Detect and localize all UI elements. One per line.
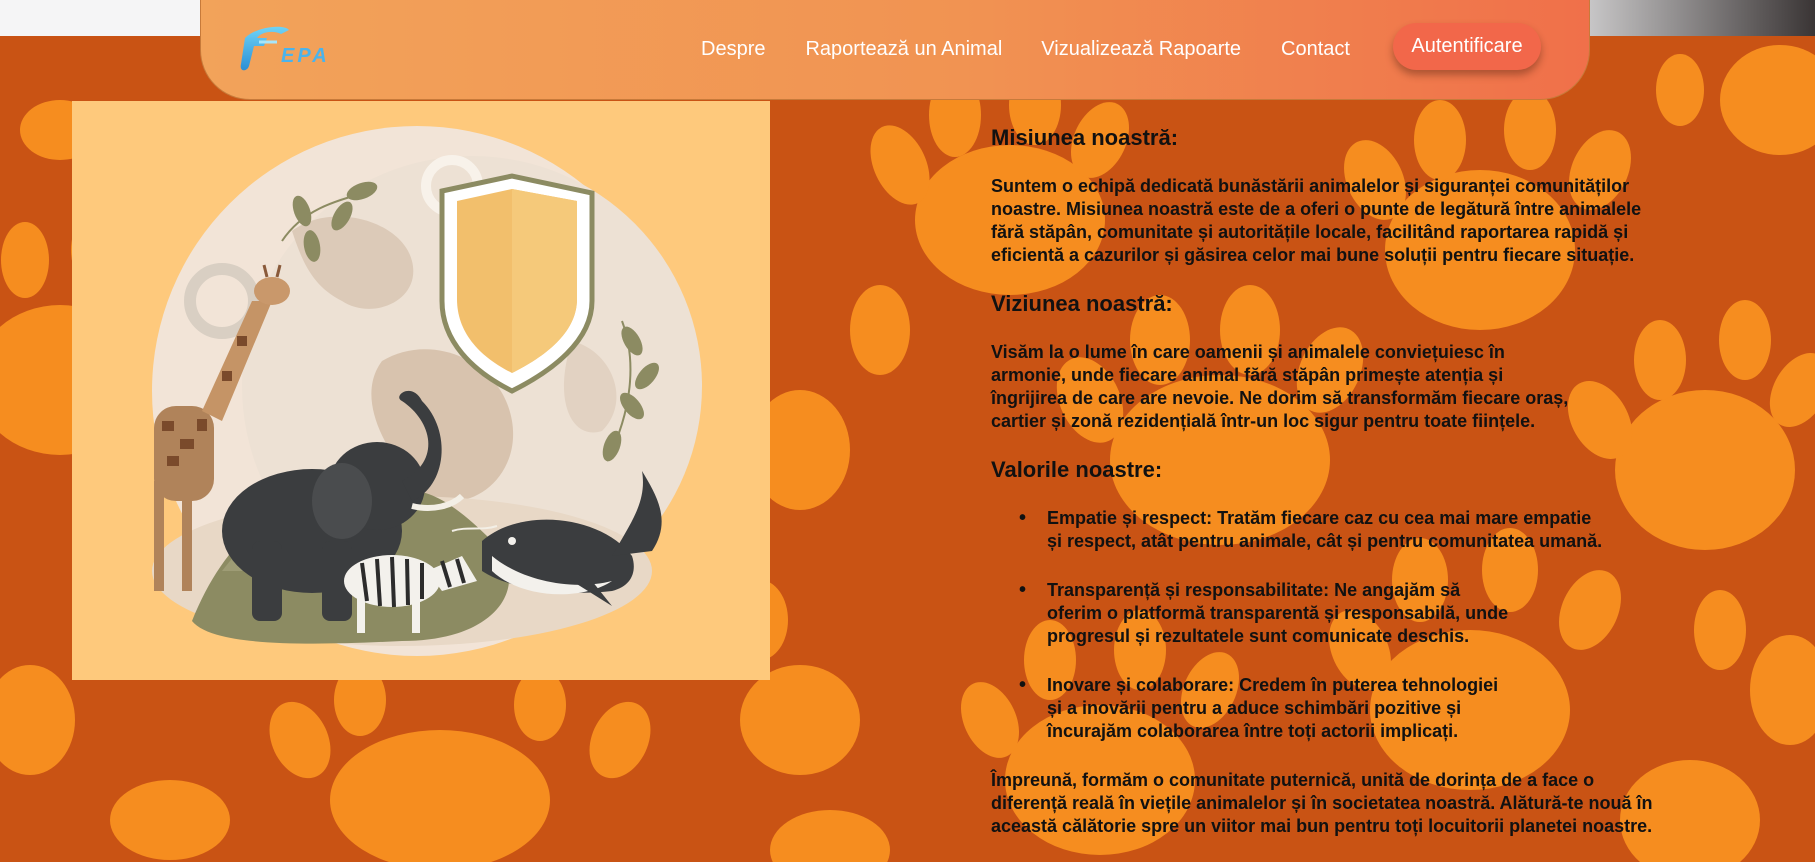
closing-text: Împreună, formăm o comunitate puternică,…: [991, 769, 1781, 838]
value-line: progresul și rezultatele sunt comunicate…: [1047, 626, 1470, 646]
vision-line: îngrijirea de care are nevoie. Ne dorim …: [991, 388, 1569, 408]
mission-line: noastre. Misiunea noastră este de a ofer…: [991, 199, 1642, 219]
mission-text: Suntem o echipă dedicată bunăstării anim…: [991, 175, 1781, 267]
value-line: Empatie și respect: Tratăm fiecare caz c…: [1047, 508, 1592, 528]
vision-text: Visăm la o lume în care oamenii și anima…: [991, 341, 1781, 433]
value-line: încurajăm colaborarea între toți actorii…: [1047, 721, 1459, 741]
vision-line: Visăm la o lume în care oamenii și anima…: [991, 342, 1505, 362]
vision-line: cartier și zonă rezidențială într-un loc…: [991, 411, 1536, 431]
values-list: Empatie și respect: Tratăm fiecare caz c…: [991, 507, 1781, 743]
value-line: Transparență și responsabilitate: Ne ang…: [1047, 580, 1461, 600]
login-button[interactable]: Autentificare: [1393, 23, 1541, 70]
mission-line: eficientă a cazurilor și găsirea celor m…: [991, 245, 1635, 265]
wildlife-illustration-art: [72, 101, 770, 680]
value-line: și respect, atât pentru animale, cât și …: [1047, 531, 1603, 551]
value-line: Inovare și colaborare: Credem în puterea…: [1047, 675, 1499, 695]
value-line: oferim o platformă transparentă și respo…: [1047, 603, 1509, 623]
nav-link-vizualizeaza[interactable]: Vizualizează Rapoarte: [1041, 38, 1241, 61]
vision-heading: Viziunea noastră:: [991, 291, 1173, 316]
values-section: Valorile noastre: Empatie și respect: Tr…: [991, 457, 1781, 743]
value-item: Inovare și colaborare: Credem în puterea…: [991, 674, 1781, 743]
nav-link-contact[interactable]: Contact: [1281, 38, 1350, 61]
mission-line: Suntem o echipă dedicată bunăstării anim…: [991, 176, 1630, 196]
main-nav: Despre Raportează un Animal Vizualizează…: [701, 38, 1390, 61]
mission-line: fără stăpân, comunitate și autoritățile …: [991, 222, 1629, 242]
value-line: și a inovării pentru a aduce schimbări p…: [1047, 698, 1462, 718]
values-heading: Valorile noastre:: [991, 457, 1163, 482]
svg-text:EPA: EPA: [281, 45, 330, 67]
nav-link-raporteaza[interactable]: Raportează un Animal: [805, 38, 1002, 61]
wildlife-illustration: [72, 101, 770, 680]
mission-section: Misiunea noastră: Suntem o echipă dedica…: [991, 125, 1781, 267]
nav-link-despre[interactable]: Despre: [701, 38, 765, 61]
navbar: EPA Despre Raportează un Animal Vizualiz…: [200, 0, 1590, 100]
closing-line: diferență reală în viețile animalelor și…: [991, 793, 1653, 813]
value-item: Transparență și responsabilitate: Ne ang…: [991, 579, 1781, 648]
closing-line: Împreună, formăm o comunitate puternică,…: [991, 770, 1595, 790]
about-content: Misiunea noastră: Suntem o echipă dedica…: [991, 125, 1781, 838]
value-item: Empatie și respect: Tratăm fiecare caz c…: [991, 507, 1781, 553]
fepa-logo[interactable]: EPA: [237, 20, 347, 75]
vision-line: armonie, unde fiecare animal fără stăpân…: [991, 365, 1504, 385]
vision-section: Viziunea noastră: Visăm la o lume în car…: [991, 291, 1781, 433]
mission-heading: Misiunea noastră:: [991, 125, 1179, 150]
closing-line: această călătorie spre un viitor mai bun…: [991, 816, 1653, 836]
